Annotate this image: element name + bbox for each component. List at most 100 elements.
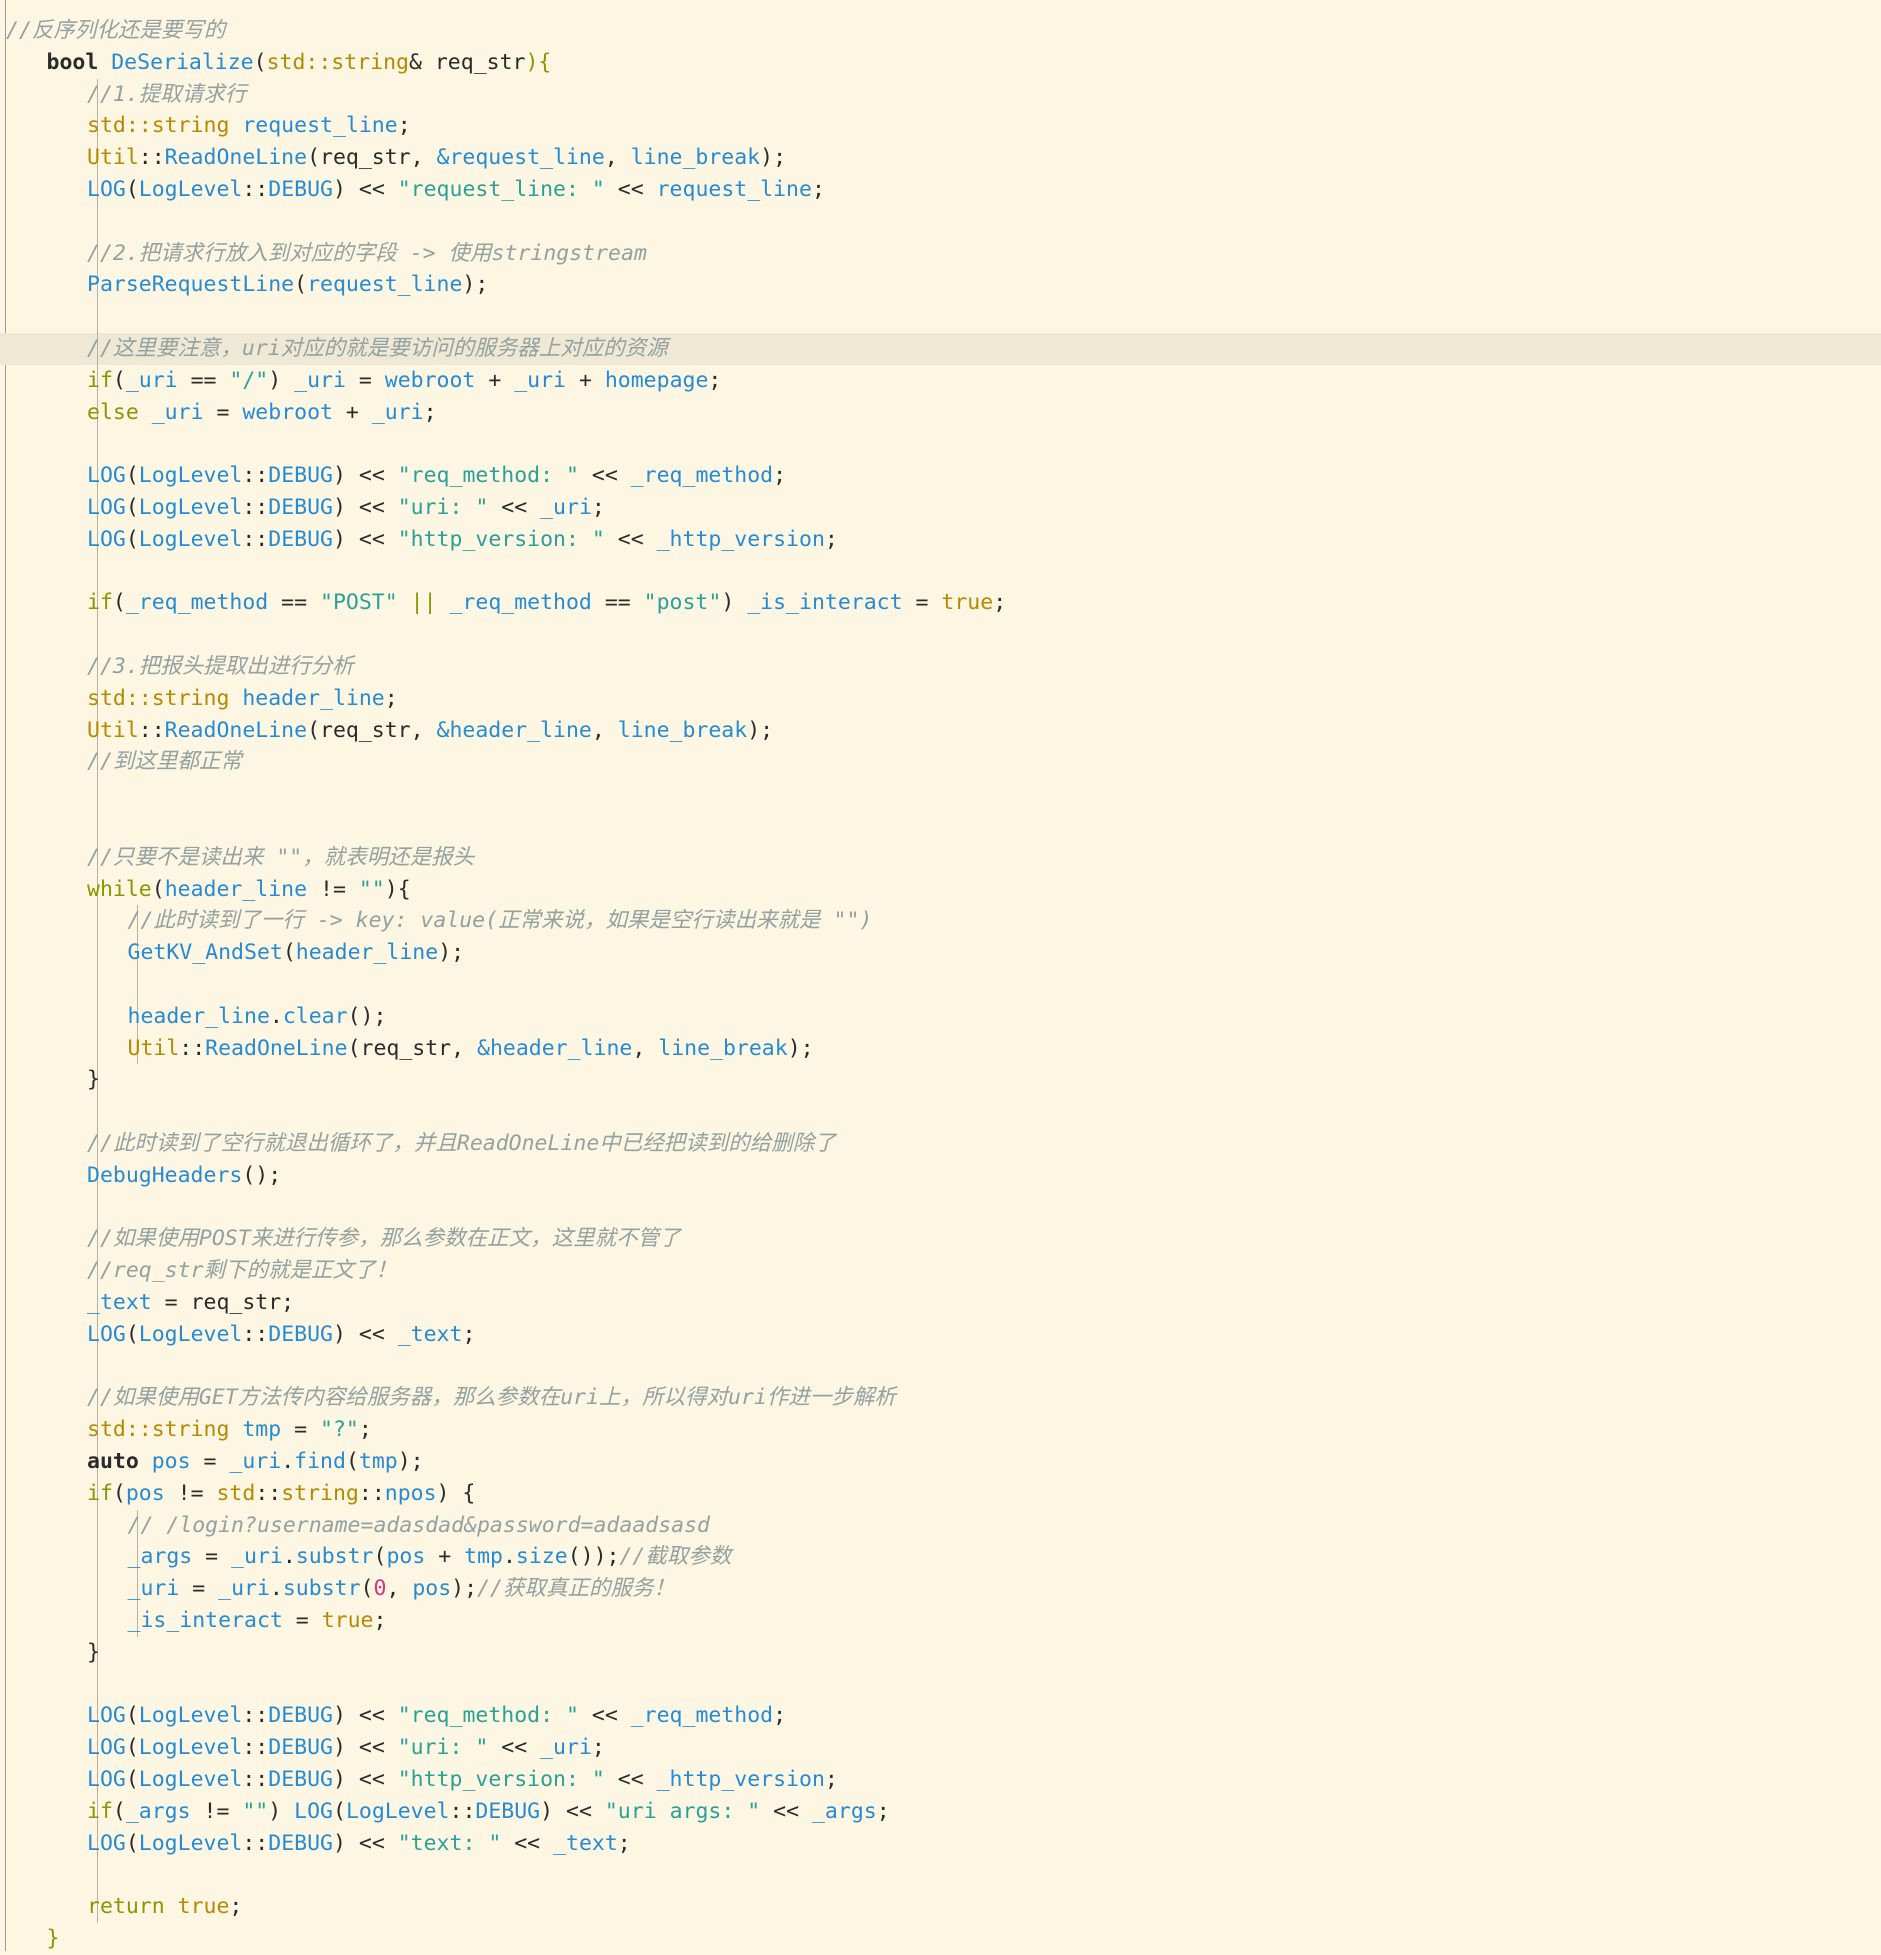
code-line[interactable]: //此时读到了一行 -> key: value(正常来说，如果是空行读出来就是 …: [0, 905, 1881, 938]
code-token: _text: [397, 1321, 463, 1347]
code-line[interactable]: LOG(LogLevel::DEBUG) << "http_version: "…: [0, 1764, 1881, 1796]
code-line[interactable]: GetKV_AndSet(header_line);: [0, 937, 1881, 969]
code-token: (: [253, 49, 267, 75]
code-token: substr: [295, 1544, 374, 1570]
code-token: ::: [138, 145, 165, 171]
code-line[interactable]: std::string tmp = "?";: [0, 1414, 1881, 1446]
code-line[interactable]: [0, 1350, 1881, 1383]
code-line[interactable]: LOG(LogLevel::DEBUG) << "req_method: " <…: [0, 460, 1881, 492]
code-line[interactable]: _args = _uri.substr(pos + tmp.size());//…: [0, 1541, 1881, 1574]
code-token: ;: [824, 1767, 838, 1792]
code-token: //2.把请求行放入到对应的字段 -> 使用stringstream: [87, 240, 647, 266]
code-line[interactable]: auto pos = _uri.find(tmp);: [0, 1446, 1881, 1478]
code-token: LOG: [87, 526, 126, 552]
code-line[interactable]: //到这里都正常: [0, 746, 1881, 779]
code-token: _text: [87, 1290, 152, 1315]
indent-guide: [96, 428, 98, 461]
code-line[interactable]: _uri = _uri.substr(0, pos);//获取真正的服务！: [0, 1573, 1881, 1605]
code-line[interactable]: bool DeSerialize(std::string& req_str){: [0, 47, 1881, 79]
code-line[interactable]: LOG(LogLevel::DEBUG) << "http_version: "…: [0, 523, 1881, 556]
code-line[interactable]: LOG(LogLevel::DEBUG) << "text: " << _tex…: [0, 1827, 1881, 1860]
code-line[interactable]: while(header_line != ""){: [0, 873, 1881, 906]
code-line[interactable]: //此时读到了空行就退出循环了，并且ReadOneLine中已经把读到的给删除了: [0, 1128, 1881, 1160]
code-token: <<: [488, 495, 541, 520]
code-line[interactable]: Util::ReadOneLine(req_str, &header_line,…: [0, 714, 1881, 747]
code-token: DebugHeaders: [87, 1162, 243, 1188]
code-line[interactable]: Util::ReadOneLine(req_str, &request_line…: [0, 142, 1881, 174]
code-line[interactable]: //2.把请求行放入到对应的字段 -> 使用stringstream: [0, 237, 1881, 270]
code-line[interactable]: [0, 810, 1881, 842]
code-line[interactable]: //反序列化还是要写的: [0, 15, 1881, 47]
code-line[interactable]: [0, 1096, 1881, 1128]
code-line-text: _text = req_str;: [87, 1287, 294, 1319]
code-line[interactable]: Util::ReadOneLine(req_str, &header_line,…: [0, 1032, 1881, 1065]
code-line[interactable]: }: [0, 1636, 1881, 1669]
code-token: "uri: ": [397, 1735, 489, 1761]
code-line-text: //2.把请求行放入到对应的字段 -> 使用stringstream: [87, 238, 647, 270]
code-line[interactable]: else _uri = webroot + _uri;: [0, 396, 1881, 429]
code-token: .: [269, 1576, 283, 1602]
code-line-text: bool DeSerialize(std::string& req_str){: [47, 47, 552, 79]
code-token: line_break: [630, 145, 761, 171]
code-line[interactable]: [0, 428, 1881, 461]
code-line-text: DebugHeaders();: [87, 1160, 281, 1192]
code-line[interactable]: //如果使用POST来进行传参，那么参数在正文，这里就不管了: [0, 1223, 1881, 1256]
code-token: =: [190, 1449, 230, 1474]
code-token: ,: [604, 145, 631, 171]
code-line[interactable]: LOG(LogLevel::DEBUG) << "uri: " << _uri;: [0, 1732, 1881, 1764]
code-token: //获取真正的服务！: [477, 1576, 675, 1602]
code-line[interactable]: //如果使用GET方法传内容给服务器，那么参数在uri上，所以得对uri作进一步…: [0, 1382, 1881, 1415]
code-line[interactable]: [0, 1191, 1881, 1224]
code-line[interactable]: //这里要注意，uri对应的就是要访问的服务器上对应的资源: [0, 333, 1881, 365]
code-line[interactable]: //req_str剩下的就是正文了！: [0, 1255, 1881, 1287]
code-token: (: [294, 272, 308, 298]
code-line[interactable]: ParseRequestLine(request_line);: [0, 269, 1881, 302]
code-line-text: _uri = _uri.substr(0, pos);//获取真正的服务！: [128, 1573, 675, 1605]
code-line[interactable]: [0, 1668, 1881, 1701]
code-token: (: [125, 1703, 139, 1729]
code-line[interactable]: [0, 205, 1881, 238]
code-token: std::string: [266, 49, 409, 75]
code-line[interactable]: [0, 969, 1881, 1001]
code-line[interactable]: return true;: [0, 1891, 1881, 1923]
code-line[interactable]: //1.提取请求行: [0, 78, 1881, 111]
code-line[interactable]: if(_args != "") LOG(LogLevel::DEBUG) << …: [0, 1795, 1881, 1828]
code-line[interactable]: LOG(LogLevel::DEBUG) << "request_line: "…: [0, 174, 1881, 206]
code-line[interactable]: std::string request_line;: [0, 110, 1881, 143]
code-token: DEBUG: [268, 1703, 333, 1729]
code-line[interactable]: DebugHeaders();: [0, 1159, 1881, 1192]
code-token: LOG: [294, 1798, 333, 1824]
code-token: ;: [811, 177, 825, 202]
code-line[interactable]: // /login?username=adasdad&password=adaa…: [0, 1509, 1881, 1542]
code-line[interactable]: std::string header_line;: [0, 682, 1881, 715]
code-editor[interactable]: //反序列化还是要写的 bool DeSerialize(std::string&…: [0, 0, 1881, 1951]
code-line[interactable]: }: [0, 1064, 1881, 1097]
code-token: (: [332, 1798, 346, 1824]
code-line[interactable]: header_line.clear();: [0, 1000, 1881, 1033]
code-line[interactable]: LOG(LogLevel::DEBUG) << "req_method: " <…: [0, 1700, 1881, 1733]
code-line[interactable]: [0, 1859, 1881, 1892]
code-line[interactable]: [0, 619, 1881, 651]
code-token: (: [151, 876, 165, 902]
code-line[interactable]: _text = req_str;: [0, 1287, 1881, 1319]
code-line[interactable]: if(_req_method == "POST" || _req_method …: [0, 587, 1881, 620]
code-token: //截取参数: [619, 1544, 732, 1570]
code-line-text: while(header_line != ""){: [87, 874, 411, 906]
code-line[interactable]: LOG(LogLevel::DEBUG) << "uri: " << _uri;: [0, 492, 1881, 524]
code-line[interactable]: _is_interact = true;: [0, 1605, 1881, 1637]
code-token: .: [502, 1544, 516, 1570]
code-line[interactable]: LOG(LogLevel::DEBUG) << _text;: [0, 1318, 1881, 1351]
code-token: +: [475, 367, 515, 393]
code-line[interactable]: [0, 301, 1881, 333]
code-token: ;: [358, 1417, 372, 1443]
code-line[interactable]: [0, 555, 1881, 588]
code-line[interactable]: }: [0, 1923, 1881, 1955]
code-line[interactable]: //3.把报头提取出进行分析: [0, 651, 1881, 683]
code-token: ::: [242, 1767, 269, 1792]
code-line[interactable]: if(pos != std::string::npos) {: [0, 1477, 1881, 1510]
code-line[interactable]: [0, 778, 1881, 810]
code-token: DEBUG: [268, 463, 333, 489]
code-line[interactable]: //只要不是读出来 ""，就表明还是报头: [0, 841, 1881, 874]
code-line[interactable]: if(_uri == "/") _uri = webroot + _uri + …: [0, 364, 1881, 397]
code-token: DeSerialize: [111, 49, 254, 75]
